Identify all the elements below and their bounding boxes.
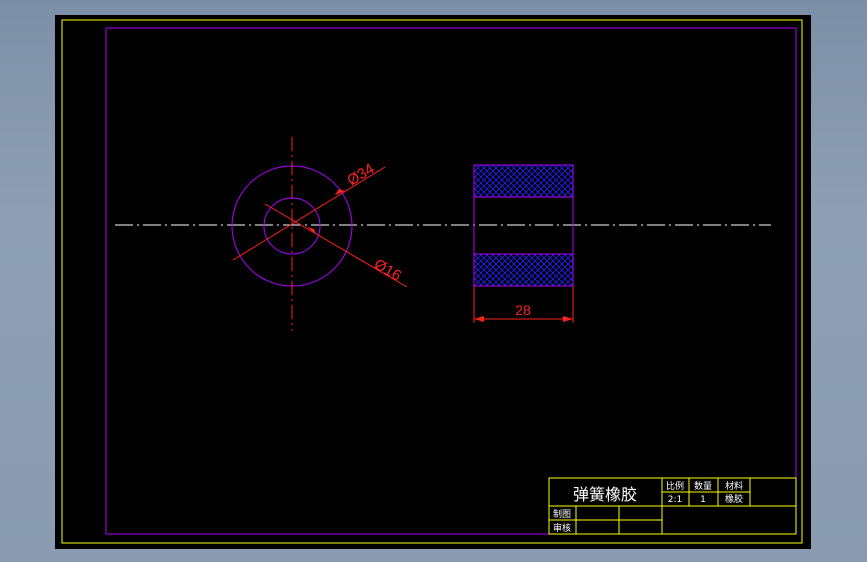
- title-block: 弹簧橡胶 比例 2:1 数量 1 材料 橡胶 制图 审核: [548, 477, 797, 535]
- drawing-sheet: Ø34 Ø16 28 弹簧橡胶 比例 2:1 数量 1 材料 橡胶 制图 审核: [61, 19, 803, 544]
- lower-hatch: [473, 253, 574, 287]
- inner-diameter-label: Ø16: [371, 256, 404, 285]
- length-arrow-left: [474, 316, 484, 322]
- quantity-label: 数量: [694, 480, 712, 492]
- quantity-value: 1: [700, 495, 706, 505]
- outer-diameter-label: Ø34: [344, 160, 377, 189]
- scale-label: 比例: [666, 480, 684, 492]
- length-arrow-right: [563, 316, 573, 322]
- cad-drawing-area: Ø34 Ø16 28 弹簧橡胶 比例 2:1 数量 1 材料 橡胶 制图 审核: [55, 15, 811, 549]
- scale-value: 2:1: [668, 495, 682, 505]
- material-value: 橡胶: [725, 493, 743, 505]
- drawing-border: [105, 27, 797, 535]
- section-view: 28: [473, 164, 574, 323]
- sheet-frame: [61, 19, 803, 544]
- material-label: 材料: [725, 480, 743, 492]
- checked-by-label: 审核: [553, 522, 571, 534]
- part-name: 弹簧橡胶: [573, 485, 637, 504]
- front-view: Ø34 Ø16: [231, 137, 408, 331]
- drawn-by-label: 制图: [553, 508, 571, 520]
- upper-hatch: [473, 164, 574, 198]
- length-label: 28: [515, 302, 531, 318]
